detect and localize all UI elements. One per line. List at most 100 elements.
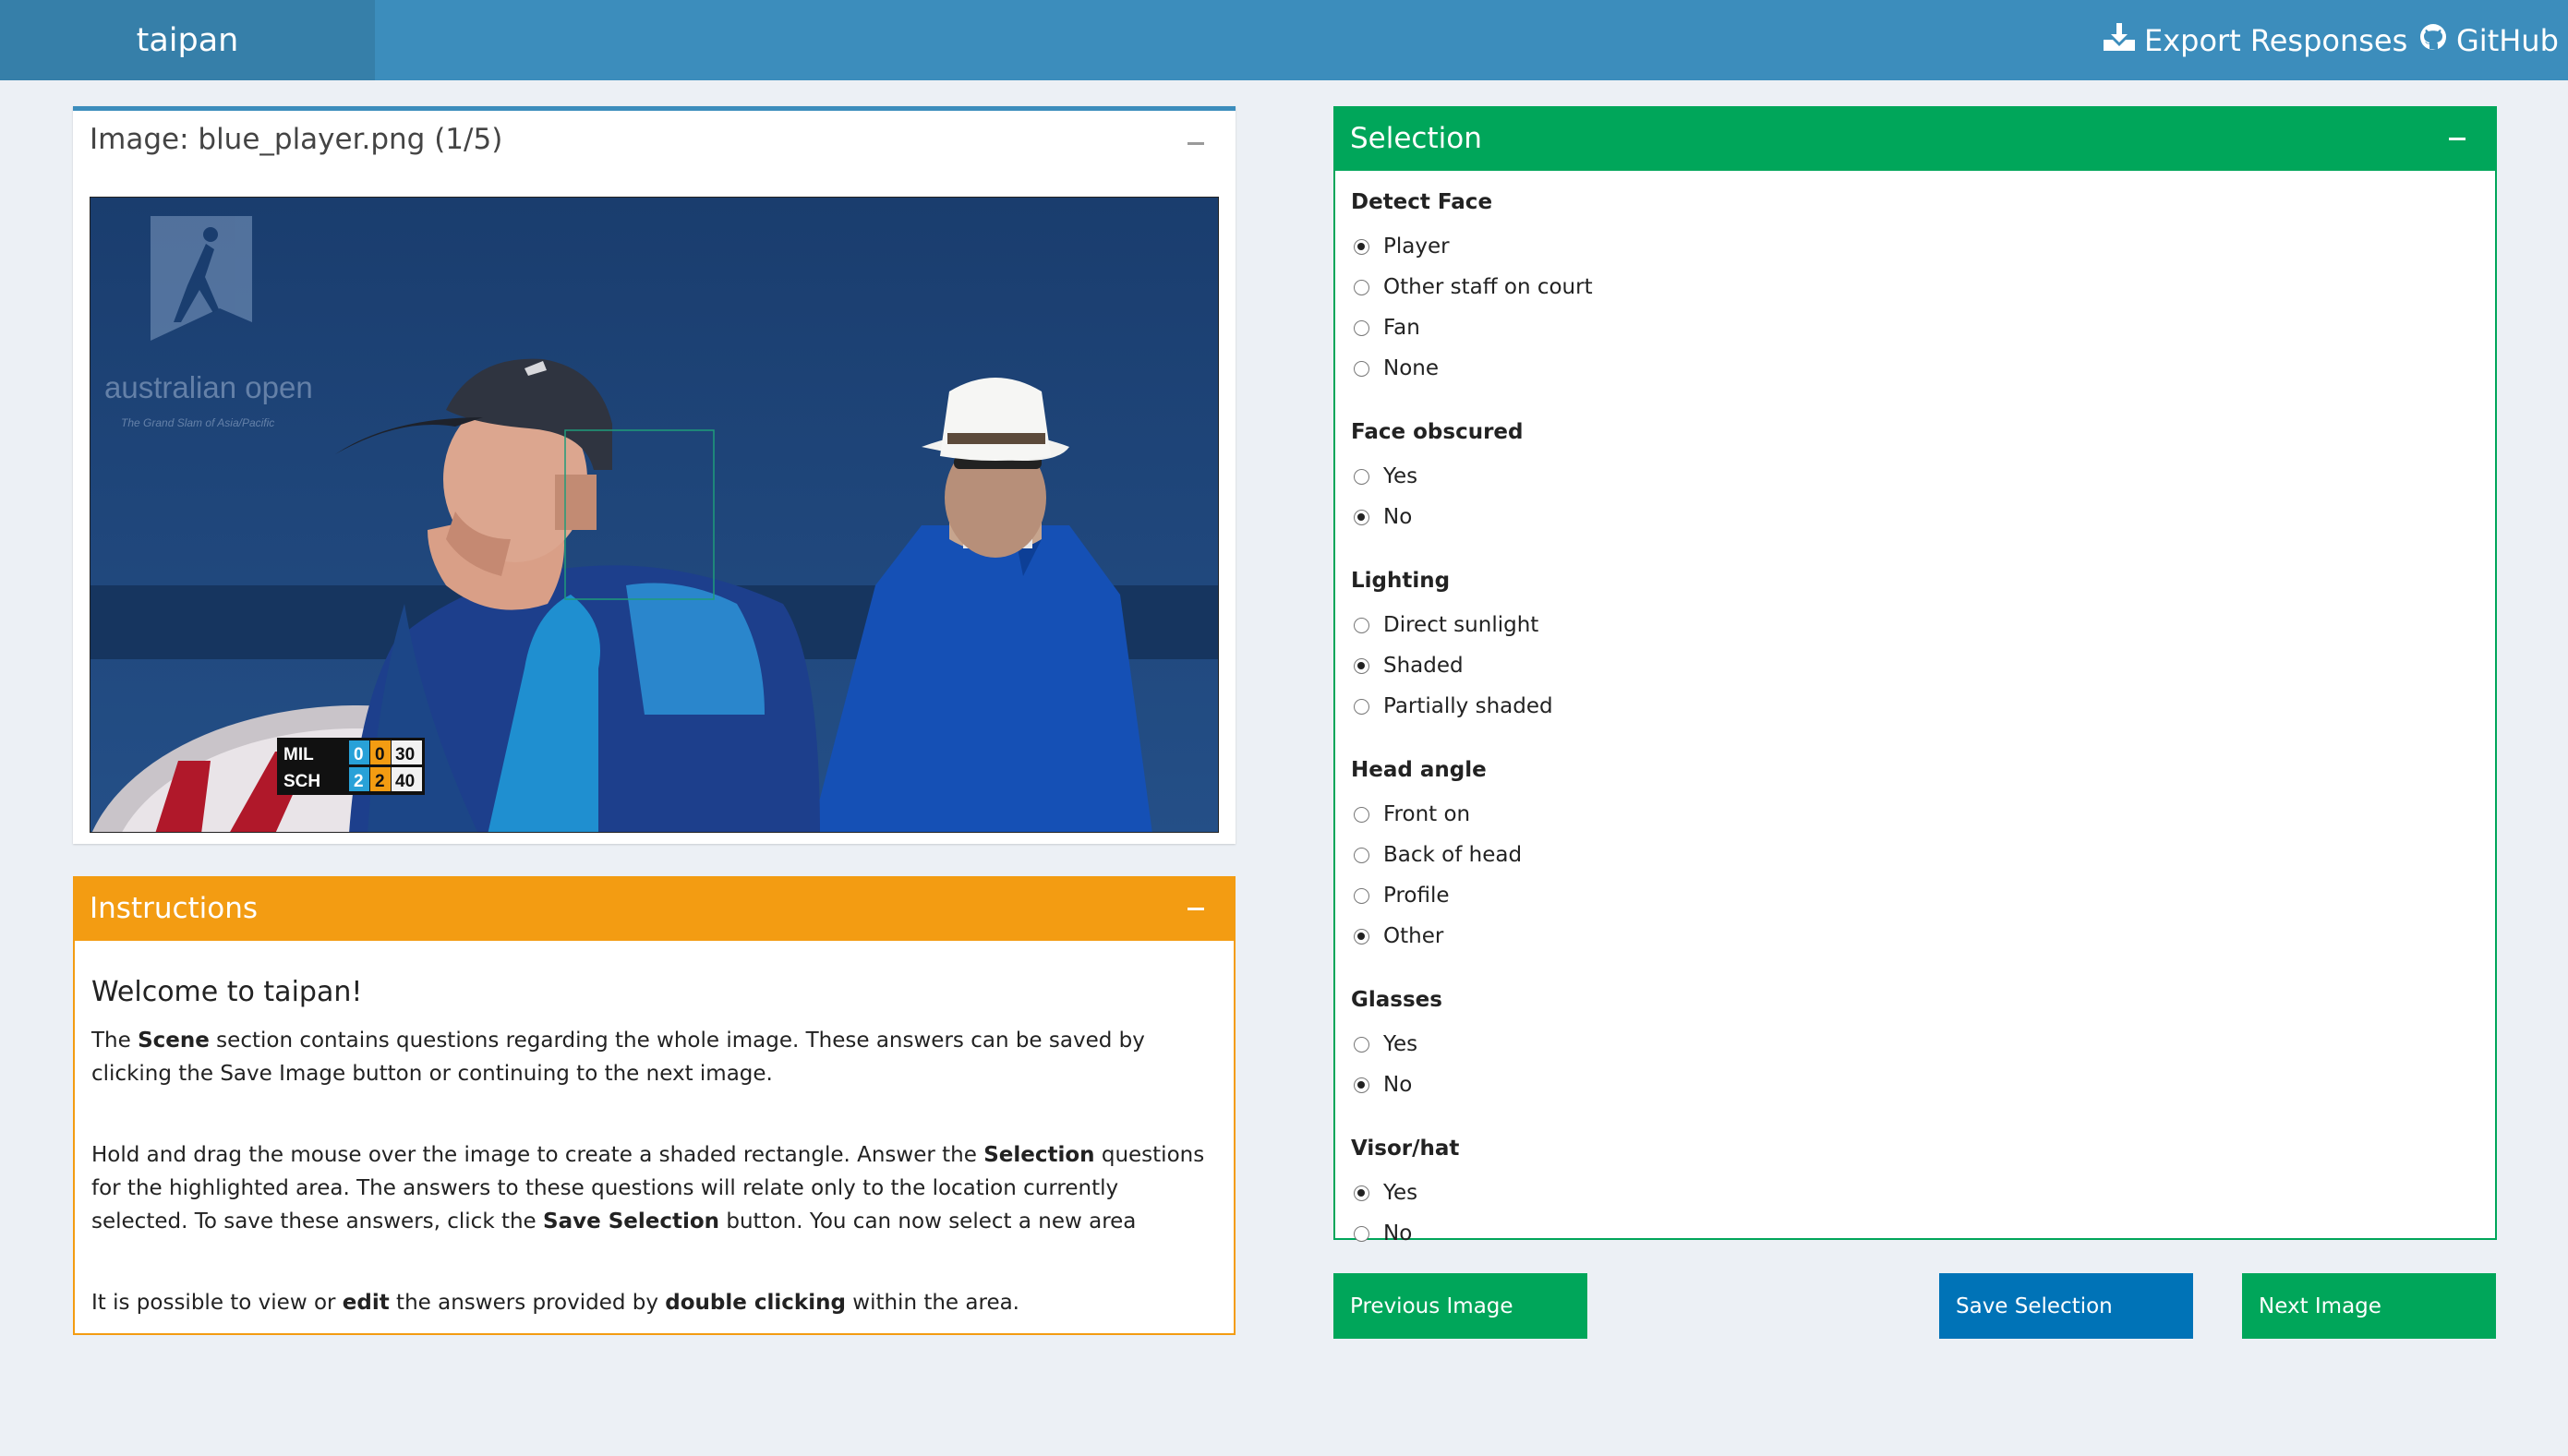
annotation-image[interactable]: australian open The Grand Slam of Asia/P… (90, 197, 1219, 833)
github-link[interactable]: GitHub (2419, 0, 2559, 80)
svg-text:australian open: australian open (104, 370, 313, 404)
radio-option-label: Other (1383, 924, 1444, 948)
question-label: Lighting (1351, 569, 1451, 593)
instructions-paragraph-edit: It is possible to view or edit the answe… (91, 1291, 1019, 1315)
download-icon (2104, 22, 2135, 58)
instructions-header: Instructions (73, 876, 1236, 941)
radio-option-label: Yes (1383, 1032, 1418, 1056)
radio-option-label: None (1383, 356, 1440, 380)
radio-option[interactable]: Profile (1351, 875, 2495, 916)
radio-button[interactable] (1354, 279, 1369, 295)
radio-button[interactable] (1354, 698, 1369, 715)
instructions-title: Instructions (90, 892, 259, 925)
question-group: Head angle Front on Back of head Profile Oth… (1351, 755, 2495, 957)
radio-button[interactable] (1354, 1036, 1369, 1053)
instructions-paragraph-scene: The Scene section contains questions reg… (91, 1029, 1145, 1086)
selection-header: Selection (1333, 106, 2497, 171)
radio-option-label: No (1383, 1073, 1413, 1097)
radio-button[interactable] (1354, 1225, 1369, 1242)
radio-option[interactable]: Front on (1351, 794, 2495, 835)
question-group: Glasses Yes No (1351, 985, 2495, 1105)
radio-option[interactable]: Yes (1351, 1024, 2495, 1065)
image-panel-header: Image: blue_player.png (1/5) (73, 111, 1236, 168)
radio-option[interactable]: Fan (1351, 307, 2495, 348)
save-selection-button[interactable]: Save Selection (1939, 1273, 2193, 1339)
collapse-icon[interactable] (1182, 129, 1210, 157)
export-responses-link[interactable]: Export Responses (2104, 0, 2407, 80)
svg-text:40: 40 (395, 772, 415, 791)
radio-option-label: Fan (1383, 316, 1420, 340)
radio-option[interactable]: Direct sunlight (1351, 605, 2495, 645)
svg-text:2: 2 (375, 772, 385, 791)
selection-title: Selection (1350, 122, 1482, 155)
svg-text:0: 0 (354, 745, 364, 764)
radio-option-label: No (1383, 505, 1413, 529)
question-label: Face obscured (1351, 420, 1524, 444)
radio-option[interactable]: Back of head (1351, 835, 2495, 875)
radio-option[interactable]: Other (1351, 916, 2495, 957)
svg-text:The Grand Slam of Asia/Pacific: The Grand Slam of Asia/Pacific (121, 416, 274, 429)
selection-questions: Detect Face Player Other staff on court Fan… (1335, 171, 2495, 1254)
radio-button[interactable] (1354, 319, 1369, 336)
radio-option-label: Shaded (1383, 654, 1464, 678)
instructions-body: Welcome to taipan! The Scene section con… (75, 941, 1234, 1319)
radio-option[interactable]: None (1351, 348, 2495, 389)
radio-button[interactable] (1354, 468, 1369, 485)
radio-option-label: Yes (1383, 464, 1418, 488)
question-group: Face obscured Yes No (1351, 417, 2495, 537)
svg-text:30: 30 (395, 745, 415, 764)
image-title: Image: blue_player.png (1/5) (90, 123, 503, 156)
question-label: Glasses (1351, 988, 1442, 1012)
radio-option-label: Profile (1383, 884, 1450, 908)
radio-button[interactable] (1354, 617, 1369, 633)
svg-text:2: 2 (354, 772, 364, 791)
radio-option-label: Direct sunlight (1383, 613, 1539, 637)
question-group: Visor/hat Yes No (1351, 1134, 2495, 1254)
radio-option[interactable]: Yes (1351, 456, 2495, 497)
radio-button[interactable] (1354, 847, 1369, 863)
radio-button[interactable] (1354, 887, 1369, 904)
radio-option[interactable]: Yes (1351, 1173, 2495, 1213)
github-icon (2419, 23, 2447, 58)
radio-option[interactable]: Other staff on court (1351, 267, 2495, 307)
radio-option-label: Other staff on court (1383, 275, 1593, 299)
app-logo[interactable]: taipan (0, 0, 375, 80)
scoreboard-overlay: MIL SCH 0 2 0 2 30 40 (277, 738, 425, 795)
svg-text:MIL: MIL (283, 745, 314, 764)
radio-option-label: Back of head (1383, 843, 1523, 867)
question-group: Lighting Direct sunlight Shaded Partially s… (1351, 566, 2495, 727)
radio-button-checked[interactable] (1354, 1077, 1369, 1093)
radio-option[interactable]: Partially shaded (1351, 686, 2495, 727)
export-responses-label: Export Responses (2144, 22, 2408, 58)
svg-text:0: 0 (375, 745, 385, 764)
image-panel: Image: blue_player.png (1/5) australian (73, 106, 1236, 844)
radio-option[interactable]: Player (1351, 226, 2495, 267)
radio-button[interactable] (1354, 806, 1369, 823)
radio-option-label: Front on (1383, 802, 1471, 826)
question-label: Detect Face (1351, 190, 1493, 214)
radio-button-checked[interactable] (1354, 509, 1369, 525)
instructions-panel: Instructions Welcome to taipan! The Scen… (73, 876, 1236, 1335)
radio-button-checked[interactable] (1354, 238, 1369, 255)
question-label: Visor/hat (1351, 1137, 1460, 1161)
radio-button-checked[interactable] (1354, 657, 1369, 674)
next-image-button[interactable]: Next Image (2242, 1273, 2496, 1339)
top-navbar: taipan Export Responses GitHub (0, 0, 2568, 80)
selection-panel: Selection Detect Face Player Other staff o… (1333, 106, 2497, 1245)
instructions-paragraph-selection: Hold and drag the mouse over the image t… (91, 1143, 1205, 1233)
radio-button[interactable] (1354, 360, 1369, 377)
radio-option-label: No (1383, 1221, 1413, 1245)
radio-option[interactable]: No (1351, 497, 2495, 537)
radio-option[interactable]: Shaded (1351, 645, 2495, 686)
radio-button-checked[interactable] (1354, 1185, 1369, 1201)
svg-text:SCH: SCH (283, 772, 320, 791)
welcome-heading: Welcome to taipan! (91, 976, 363, 1008)
question-group: Detect Face Player Other staff on court Fan… (1351, 187, 2495, 389)
collapse-icon[interactable] (2443, 125, 2471, 152)
radio-button-checked[interactable] (1354, 928, 1369, 945)
github-label: GitHub (2456, 22, 2559, 58)
previous-image-button[interactable]: Previous Image (1333, 1273, 1587, 1339)
collapse-icon[interactable] (1182, 895, 1210, 922)
radio-option[interactable]: No (1351, 1213, 2495, 1254)
radio-option[interactable]: No (1351, 1065, 2495, 1105)
